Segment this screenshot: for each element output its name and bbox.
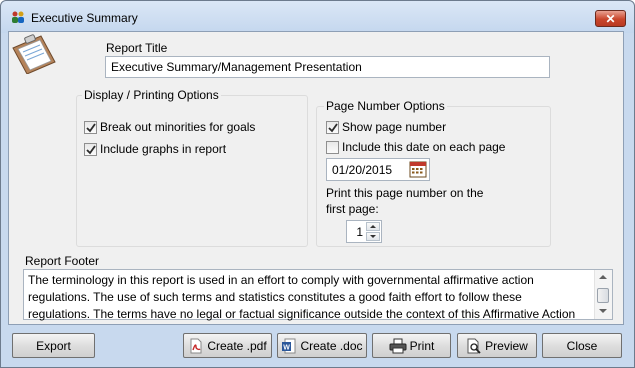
create-doc-button-label: Create .doc	[300, 338, 363, 353]
first-page-label-line2: first page:	[326, 202, 379, 216]
close-button-label: Close	[566, 338, 598, 353]
page-number-options-title: Page Number Options	[324, 99, 447, 113]
checkmark-icon	[86, 123, 96, 133]
report-title-input[interactable]: Executive Summary/Management Presentatio…	[105, 56, 550, 78]
svg-text:W: W	[284, 344, 291, 351]
window-title: Executive Summary	[31, 11, 138, 25]
close-button[interactable]: Close	[542, 333, 622, 358]
report-footer-text: The terminology in this report is used i…	[28, 272, 593, 323]
title-bar[interactable]: Executive Summary	[1, 1, 634, 33]
create-pdf-button[interactable]: Create .pdf	[183, 333, 272, 358]
spinner-up-button[interactable]	[366, 222, 380, 231]
create-doc-button[interactable]: W Create .doc	[277, 333, 367, 358]
checkmark-icon	[328, 123, 338, 133]
clipboard-icon	[12, 34, 56, 74]
preview-icon	[467, 338, 481, 354]
first-page-number-spinner[interactable]: 1	[346, 220, 382, 243]
display-options-group	[76, 95, 308, 247]
pdf-icon	[190, 338, 202, 353]
export-button-label: Export	[36, 338, 71, 353]
break-out-minorities-checkbox[interactable]	[84, 121, 97, 134]
print-button-label: Print	[409, 338, 435, 353]
first-page-label-line1: Print this page number on the	[326, 186, 484, 200]
display-options-title: Display / Printing Options	[82, 88, 221, 102]
preview-button[interactable]: Preview	[457, 333, 537, 358]
footer-line: The terminology in this report is used i…	[28, 273, 534, 287]
show-page-number-label: Show page number	[342, 120, 447, 134]
report-footer-label: Report Footer	[25, 254, 100, 268]
report-title-label: Report Title	[106, 41, 168, 55]
export-button[interactable]: Export	[12, 333, 95, 358]
people-icon	[12, 11, 24, 23]
calendar-icon[interactable]	[409, 160, 427, 178]
scroll-up-arrow-icon[interactable]	[599, 275, 607, 279]
preview-button-label: Preview	[485, 338, 528, 353]
window-close-button[interactable]: ✕	[595, 10, 626, 27]
spinner-down-button[interactable]	[366, 232, 380, 241]
include-graphs-checkbox[interactable]	[84, 143, 97, 156]
date-value: 01/20/2015	[332, 163, 393, 177]
create-pdf-button-label: Create .pdf	[207, 338, 267, 353]
scroll-down-arrow-icon[interactable]	[599, 309, 607, 313]
checkmark-icon	[86, 145, 96, 155]
include-date-checkbox[interactable]	[326, 141, 339, 154]
word-doc-icon: W	[282, 338, 296, 353]
footer-line: regulations. The terms have no legal or …	[28, 307, 576, 321]
footer-line: regulations. The use of such terms and s…	[28, 290, 522, 304]
first-page-number-value: 1	[356, 225, 363, 239]
break-out-minorities-label: Break out minorities for goals	[100, 120, 256, 134]
print-button[interactable]: Print	[372, 333, 451, 358]
include-date-label: Include this date on each page	[342, 140, 506, 154]
report-footer-textarea[interactable]: The terminology in this report is used i…	[23, 269, 613, 323]
footer-scrollbar[interactable]	[594, 270, 612, 319]
printer-icon	[389, 338, 407, 353]
show-page-number-checkbox[interactable]	[326, 121, 339, 134]
scroll-thumb[interactable]	[597, 288, 609, 303]
include-graphs-label: Include graphs in report	[100, 142, 227, 156]
